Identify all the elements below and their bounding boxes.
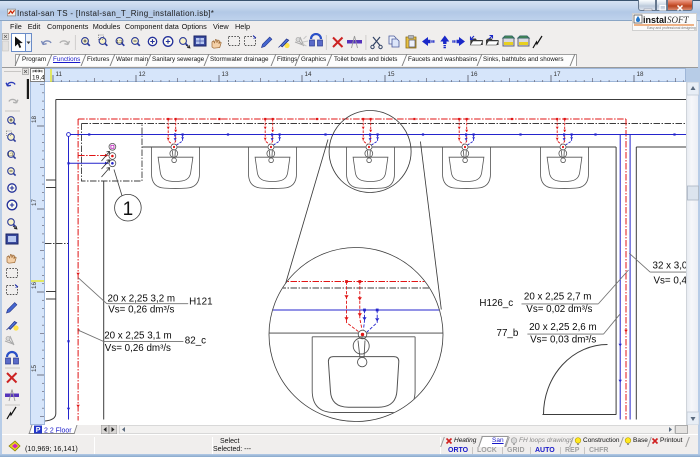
svg-text:SOFT: SOFT (667, 15, 689, 25)
svg-text:11: 11 (56, 71, 63, 78)
svg-text:Easy and professional designin: Easy and professional designing (647, 26, 696, 30)
svg-text:Vs= 0,02 dm³/s: Vs= 0,02 dm³/s (526, 304, 592, 315)
svg-text:14: 14 (305, 71, 313, 78)
svg-text:20 x 2,25 2,6 m: 20 x 2,25 2,6 m (529, 322, 597, 333)
svg-text:1:1: 1:1 (8, 152, 14, 157)
svg-text:18: 18 (637, 71, 645, 78)
svg-text:Vs= 0,03 dm³/s: Vs= 0,03 dm³/s (530, 335, 596, 346)
svg-text:32 x 3,0 6,4 m: 32 x 3,0 6,4 m (653, 261, 687, 272)
svg-text:instal: instal (643, 15, 667, 25)
svg-text:82_c: 82_c (185, 336, 206, 347)
svg-text:15: 15 (31, 364, 38, 372)
svg-text:20 x 2,25 3,2 m: 20 x 2,25 3,2 m (108, 294, 176, 305)
svg-text:15: 15 (388, 71, 396, 78)
svg-text:19,4: 19,4 (32, 75, 44, 82)
svg-text:12: 12 (139, 71, 147, 78)
svg-text:16: 16 (471, 71, 479, 78)
svg-text:17: 17 (554, 71, 562, 78)
svg-text:Vs= 0,26 dm³/s: Vs= 0,26 dm³/s (108, 304, 174, 315)
svg-text:17: 17 (31, 198, 38, 206)
svg-text:77_b: 77_b (497, 328, 519, 339)
svg-text:H126_c: H126_c (479, 298, 513, 309)
svg-text:13: 13 (222, 71, 230, 78)
svg-text:H121: H121 (189, 297, 212, 308)
svg-text:18: 18 (31, 115, 38, 123)
svg-text:Vs= 0,41 dm³/s: Vs= 0,41 dm³/s (654, 276, 687, 287)
svg-text:20 x 2,25 3,1 m: 20 x 2,25 3,1 m (104, 331, 172, 342)
svg-text:1: 1 (123, 199, 134, 220)
svg-text:Vs= 0,26 dm³/s: Vs= 0,26 dm³/s (105, 343, 171, 354)
svg-text:1:1: 1:1 (117, 39, 123, 44)
svg-text:20 x 2,25 2,7 m: 20 x 2,25 2,7 m (524, 292, 592, 303)
svg-text:P: P (36, 427, 41, 434)
svg-text:16: 16 (31, 281, 38, 289)
